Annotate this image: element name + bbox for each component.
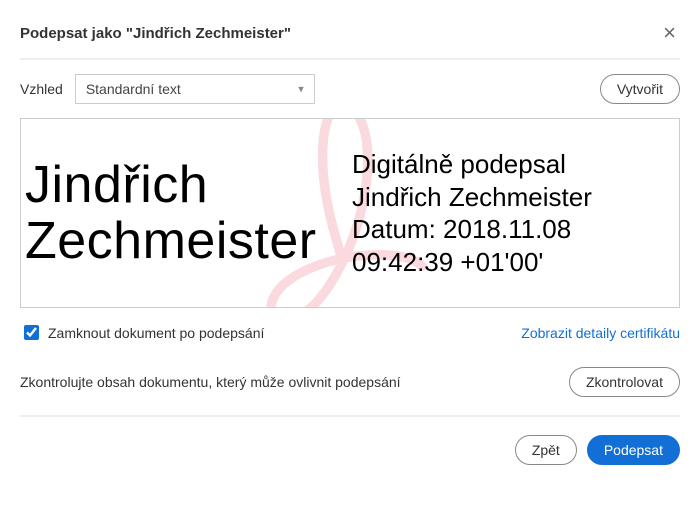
signature-preview: Jindřich Zechmeister Digitálně podepsal …: [20, 118, 680, 308]
create-appearance-button[interactable]: Vytvořit: [600, 74, 680, 104]
preview-info-line1: Digitálně podepsal: [352, 148, 679, 181]
preview-name-line1: Jindřich: [25, 157, 350, 213]
preview-info-line4: 09:42:39 +01'00': [352, 246, 679, 279]
appearance-row: Vzhled Standardní text ▾ Vytvořit: [20, 60, 680, 118]
preview-info: Digitálně podepsal Jindřich Zechmeister …: [350, 119, 679, 307]
lock-checkbox-wrap[interactable]: Zamknout dokument po podepsání: [20, 322, 264, 343]
appearance-selected: Standardní text: [86, 81, 181, 97]
lock-label: Zamknout dokument po podepsání: [48, 325, 264, 341]
dialog-header: Podepsat jako "Jindřich Zechmeister" ×: [20, 10, 680, 60]
review-button[interactable]: Zkontrolovat: [569, 367, 680, 397]
lock-row: Zamknout dokument po podepsání Zobrazit …: [20, 308, 680, 349]
review-text: Zkontrolujte obsah dokumentu, který může…: [20, 374, 401, 390]
sign-button[interactable]: Podepsat: [587, 435, 680, 465]
sign-dialog: Podepsat jako "Jindřich Zechmeister" × V…: [0, 0, 700, 485]
dialog-title: Podepsat jako "Jindřich Zechmeister": [20, 25, 291, 42]
review-row: Zkontrolujte obsah dokumentu, který může…: [20, 349, 680, 417]
preview-name-line2: Zechmeister: [25, 213, 350, 269]
chevron-down-icon: ▾: [298, 83, 304, 96]
cert-details-link[interactable]: Zobrazit detaily certifikátu: [521, 325, 680, 341]
appearance-label: Vzhled: [20, 81, 63, 97]
dialog-footer: Zpět Podepsat: [20, 417, 680, 465]
preview-name: Jindřich Zechmeister: [21, 119, 350, 307]
preview-info-line3: Datum: 2018.11.08: [352, 213, 679, 246]
preview-info-line2: Jindřich Zechmeister: [352, 181, 679, 214]
close-icon[interactable]: ×: [659, 20, 680, 46]
back-button[interactable]: Zpět: [515, 435, 577, 465]
lock-checkbox[interactable]: [24, 325, 39, 340]
appearance-select[interactable]: Standardní text ▾: [75, 74, 315, 104]
